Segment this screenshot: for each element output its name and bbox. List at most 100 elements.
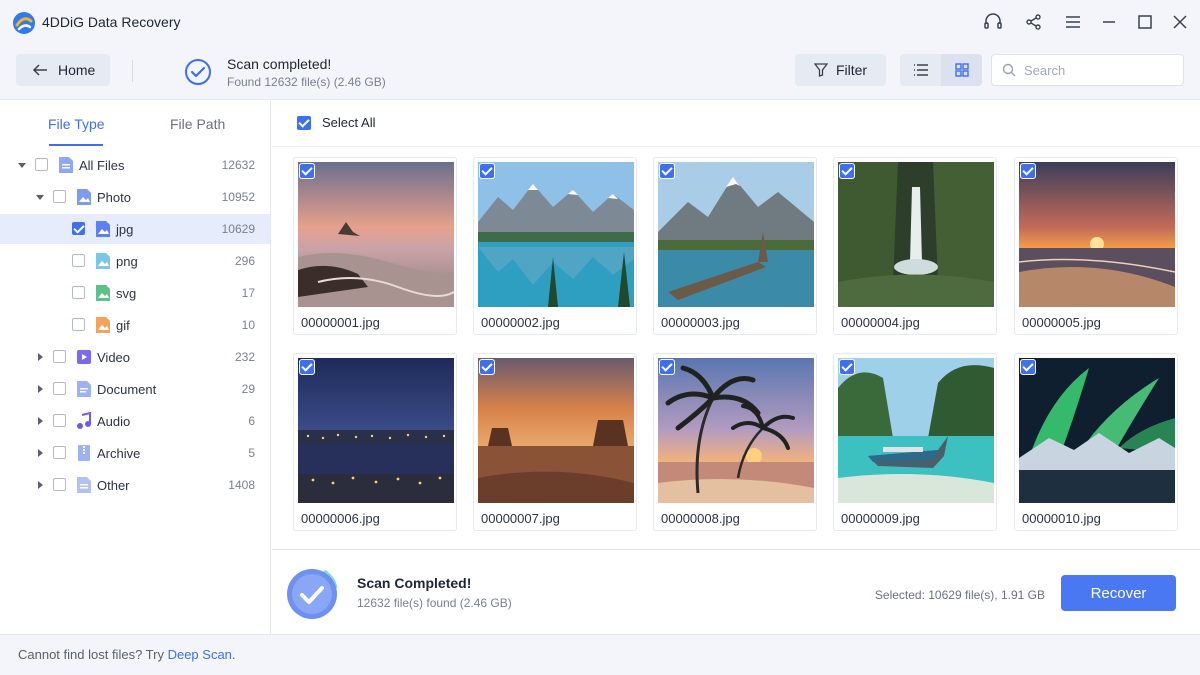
file-thumbnail[interactable]: 00000006.jpg (293, 353, 457, 531)
tree-item-gif[interactable]: gif 10 (0, 310, 270, 340)
caret-down-icon[interactable] (36, 193, 44, 201)
tree-label: gif (116, 318, 130, 333)
file-thumbnail[interactable]: 00000007.jpg (473, 353, 637, 531)
checkbox[interactable] (35, 158, 48, 171)
tree-count: 12632 (221, 158, 255, 172)
file-checkbox[interactable] (839, 359, 855, 375)
caret-right-icon[interactable] (36, 353, 44, 361)
tree-label: Archive (97, 446, 141, 461)
file-thumbnail[interactable]: 00000004.jpg (833, 157, 997, 335)
close-icon[interactable] (1169, 11, 1191, 33)
caret-down-icon[interactable] (18, 161, 26, 169)
file-checkbox[interactable] (659, 359, 675, 375)
tree-item-archive[interactable]: Archive 5 (0, 438, 270, 468)
thumbnail-image-mountain-lake (478, 162, 634, 307)
checkbox[interactable] (72, 318, 85, 331)
file-checkbox[interactable] (479, 163, 495, 179)
tree-count: 296 (234, 254, 255, 268)
checkbox[interactable] (53, 190, 66, 203)
file-name: 00000009.jpg (841, 511, 920, 526)
png-icon (96, 253, 110, 269)
tree-count: 10952 (221, 190, 255, 204)
toolbar-divider (132, 60, 133, 82)
list-view-button[interactable] (900, 54, 941, 86)
support-headset-icon[interactable] (982, 11, 1004, 33)
tree-item-jpg[interactable]: jpg 10629 (0, 214, 270, 244)
footer-suffix: . (231, 647, 236, 662)
tree-label: Document (97, 382, 157, 397)
tab-file-type[interactable]: File Type (48, 116, 105, 132)
thumbnail-image-palm-sunset (658, 358, 814, 503)
checkbox-checked[interactable] (72, 222, 85, 235)
grid-view-button[interactable] (941, 54, 982, 86)
tree-item-svg[interactable]: svg 17 (0, 278, 270, 308)
document-icon (77, 381, 91, 397)
tree-item-photo[interactable]: Photo 10952 (0, 182, 270, 212)
thumbnail-image-desert-mesas (478, 358, 634, 503)
footer-hint: Cannot find lost files? Try Deep Scan. (18, 647, 236, 662)
tree-item-document[interactable]: Document 29 (0, 374, 270, 404)
list-view-icon (913, 64, 928, 76)
file-checkbox[interactable] (839, 163, 855, 179)
app-logo-icon (13, 12, 35, 34)
toolbar: Home Scan completed! Found 12632 file(s)… (0, 44, 1200, 100)
checkbox[interactable] (72, 286, 85, 299)
tree-count: 29 (241, 382, 255, 396)
tree-item-audio[interactable]: Audio 6 (0, 406, 270, 436)
divider (272, 146, 1200, 147)
caret-right-icon[interactable] (36, 449, 44, 457)
file-checkbox[interactable] (299, 359, 315, 375)
tree-count: 1408 (228, 478, 255, 492)
select-all-checkbox[interactable]: Select All (297, 115, 375, 130)
caret-right-icon[interactable] (36, 417, 44, 425)
back-arrow-icon (32, 64, 47, 76)
checkbox[interactable] (53, 446, 66, 459)
file-thumbnail[interactable]: 00000003.jpg (653, 157, 817, 335)
caret-right-icon[interactable] (36, 385, 44, 393)
checkbox[interactable] (53, 382, 66, 395)
file-checkbox[interactable] (1020, 359, 1036, 375)
file-thumbnail[interactable]: 00000010.jpg (1014, 353, 1178, 531)
tab-file-path[interactable]: File Path (170, 116, 225, 132)
file-thumbnail[interactable]: 00000005.jpg (1014, 157, 1178, 335)
thumbnail-image-waterfall (838, 162, 994, 307)
tree-label: Audio (97, 414, 131, 429)
thumbnail-image-ocean-sunset (1019, 162, 1175, 307)
home-button-label: Home (58, 62, 96, 78)
checkbox[interactable] (72, 254, 85, 267)
file-thumbnail[interactable]: 00000001.jpg (293, 157, 457, 335)
filter-button[interactable]: Filter (795, 54, 886, 86)
tree-count: 10629 (221, 222, 255, 236)
file-thumbnail[interactable]: 00000002.jpg (473, 157, 637, 335)
file-checkbox[interactable] (659, 163, 675, 179)
maximize-icon[interactable] (1134, 11, 1156, 33)
file-checkbox[interactable] (1020, 163, 1036, 179)
recover-button[interactable]: Recover (1061, 575, 1176, 611)
tree-count: 232 (234, 350, 255, 364)
file-checkbox[interactable] (479, 359, 495, 375)
tree-item-png[interactable]: png 296 (0, 246, 270, 276)
photo-folder-icon (77, 189, 91, 205)
search-input[interactable] (1024, 62, 1174, 78)
deep-scan-link[interactable]: Deep Scan (168, 647, 232, 662)
checkbox[interactable] (53, 478, 66, 491)
checkbox[interactable] (53, 350, 66, 363)
file-name: 00000005.jpg (1022, 315, 1101, 330)
tree-item-other[interactable]: Other 1408 (0, 470, 270, 500)
tree-item-all-files[interactable]: All Files 12632 (0, 150, 270, 180)
search-icon (1002, 63, 1016, 77)
caret-right-icon[interactable] (36, 481, 44, 489)
tree-label: Video (97, 350, 131, 365)
menu-icon[interactable] (1062, 11, 1084, 33)
share-icon[interactable] (1023, 11, 1045, 33)
file-thumbnail[interactable]: 00000008.jpg (653, 353, 817, 531)
tree-item-video[interactable]: Video 232 (0, 342, 270, 372)
thumbnail-image-boat-lagoon (838, 358, 994, 503)
file-checkbox[interactable] (299, 163, 315, 179)
checkbox[interactable] (53, 414, 66, 427)
file-thumbnail[interactable]: 00000009.jpg (833, 353, 997, 531)
home-button[interactable]: Home (16, 54, 110, 86)
minimize-icon[interactable] (1098, 11, 1120, 33)
file-name: 00000006.jpg (301, 511, 380, 526)
app-title: 4DDiG Data Recovery (42, 14, 181, 30)
